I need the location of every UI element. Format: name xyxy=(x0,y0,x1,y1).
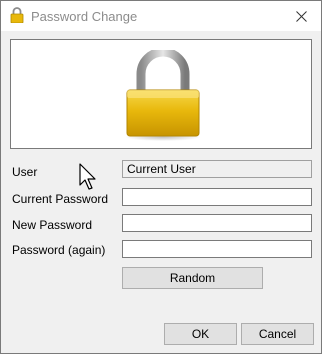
window-title: Password Change xyxy=(31,9,138,24)
current-password-input[interactable] xyxy=(122,188,312,206)
user-label: User xyxy=(12,165,38,179)
password-again-label: Password (again) xyxy=(12,243,106,257)
close-button[interactable] xyxy=(281,1,321,31)
ok-button[interactable]: OK xyxy=(164,323,237,345)
user-value: Current User xyxy=(127,162,196,176)
password-again-input[interactable] xyxy=(122,240,312,258)
title-bar: Password Change xyxy=(1,1,321,31)
password-change-dialog: Password Change User Current User Curren… xyxy=(0,0,322,354)
padlock-icon xyxy=(10,7,24,23)
close-icon xyxy=(295,10,307,22)
cancel-button[interactable]: Cancel xyxy=(241,323,314,345)
padlock-image xyxy=(125,50,201,141)
current-password-label: Current Password xyxy=(12,192,109,206)
new-password-input[interactable] xyxy=(122,214,312,232)
banner-image xyxy=(10,39,312,149)
user-field: Current User xyxy=(122,160,312,178)
mouse-pointer-icon xyxy=(79,163,96,190)
new-password-label: New Password xyxy=(12,218,93,232)
random-button[interactable]: Random xyxy=(122,267,263,289)
